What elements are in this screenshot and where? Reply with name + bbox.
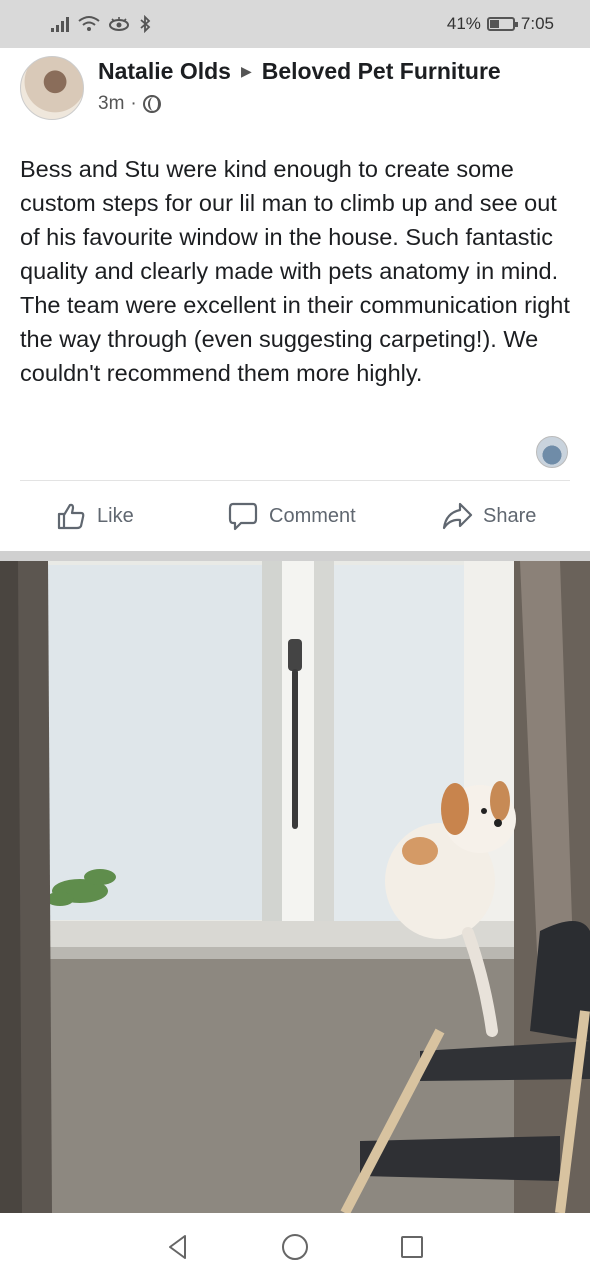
post-body-text: Bess and Stu were kind enough to create … <box>20 156 570 386</box>
clock: 7:05 <box>520 14 554 33</box>
comment-button[interactable]: Comment <box>227 500 356 532</box>
meta-separator: · <box>130 93 137 114</box>
reaction-avatar[interactable] <box>536 436 568 468</box>
bluetooth-icon <box>140 15 151 33</box>
photo-illustration <box>0 561 590 1213</box>
post-actions: Like Comment Share <box>0 490 590 546</box>
globe-icon <box>142 95 161 113</box>
post-time[interactable]: 3m <box>98 93 124 115</box>
status-icons <box>50 15 152 33</box>
eye-icon <box>109 17 129 31</box>
system-nav-bar <box>0 1213 590 1280</box>
author-avatar[interactable] <box>20 56 84 120</box>
status-right: 41% 7:05 <box>447 14 554 34</box>
recents-button[interactable] <box>395 1230 429 1264</box>
home-button[interactable] <box>278 1230 312 1264</box>
divider <box>20 480 570 481</box>
comment-label: Comment <box>269 504 356 527</box>
post-names: Natalie Olds ▶ Beloved Pet Furniture <box>98 58 501 85</box>
triangle-right-icon: ▶ <box>240 63 252 79</box>
wifi-icon <box>78 16 100 31</box>
comment-icon <box>228 502 258 531</box>
thumbs-up-icon <box>57 503 85 530</box>
post-meta: 3m · <box>98 93 501 115</box>
post-header: Natalie Olds ▶ Beloved Pet Furniture 3m … <box>20 56 570 126</box>
battery-icon <box>486 17 518 31</box>
battery-percent: 41% <box>446 14 481 33</box>
like-label: Like <box>97 504 134 527</box>
share-icon <box>442 502 473 530</box>
share-label: Share <box>483 504 537 527</box>
back-icon <box>169 1234 187 1259</box>
page-name[interactable]: Beloved Pet Furniture <box>262 58 501 85</box>
like-button[interactable]: Like <box>55 500 134 532</box>
post-header-text: Natalie Olds ▶ Beloved Pet Furniture 3m … <box>98 58 501 115</box>
feed-separator <box>0 551 590 561</box>
back-button[interactable] <box>161 1230 195 1264</box>
signal-icon <box>51 17 69 32</box>
author-name[interactable]: Natalie Olds <box>98 58 231 85</box>
recents-icon <box>400 1235 423 1258</box>
status-bar: 41% 7:05 <box>0 0 590 48</box>
post-photo[interactable] <box>0 561 590 1213</box>
battery-level-fill <box>489 20 499 28</box>
home-icon <box>281 1233 308 1260</box>
share-button[interactable]: Share <box>441 500 536 532</box>
